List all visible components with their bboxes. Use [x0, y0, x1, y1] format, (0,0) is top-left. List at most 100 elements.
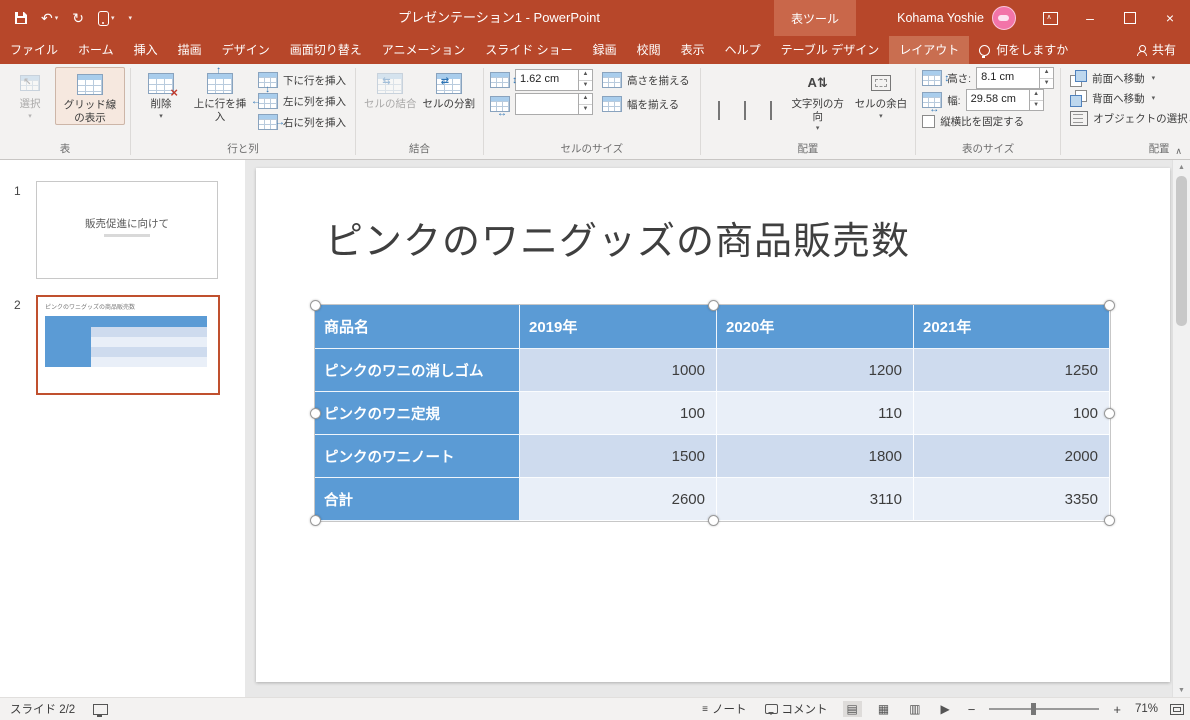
send-backward-button[interactable]: 背面へ移動▾: [1066, 88, 1190, 108]
zoom-in-button[interactable]: +: [1111, 702, 1123, 717]
tell-me-search[interactable]: 何をしますか: [969, 36, 1078, 64]
table-cell[interactable]: 100: [914, 392, 1110, 435]
insert-column-right-button[interactable]: →右に列を挿入: [254, 112, 350, 132]
insert-row-below-button[interactable]: ↓下に行を挿入: [254, 70, 350, 90]
spinner-arrows[interactable]: ▲▼: [1039, 68, 1053, 88]
table-cell[interactable]: 2000: [914, 435, 1110, 478]
table-resize-handle-middle-left[interactable]: [310, 408, 321, 419]
tab-animations[interactable]: アニメーション: [372, 36, 476, 64]
table-header-cell[interactable]: 商品名: [315, 305, 520, 349]
touch-mouse-mode-button[interactable]: ▾: [93, 8, 120, 29]
close-button[interactable]: ×: [1150, 0, 1190, 36]
scroll-down-arrow-icon[interactable]: ▼: [1173, 683, 1190, 698]
accessibility-icon[interactable]: [93, 704, 108, 715]
table-cell[interactable]: 3350: [914, 478, 1110, 521]
scroll-up-arrow-icon[interactable]: ▲: [1173, 160, 1190, 175]
undo-button[interactable]: ↶▾: [36, 8, 63, 28]
table-header-cell[interactable]: 2020年: [717, 305, 914, 349]
normal-view-button[interactable]: ▤: [843, 701, 862, 717]
slide-1-thumbnail[interactable]: 販売促進に向けて: [36, 181, 218, 279]
comments-button[interactable]: コメント: [762, 701, 831, 717]
slide-2-thumbnail[interactable]: ピンクのワニグッズの商品販売数: [36, 295, 220, 395]
tab-help[interactable]: ヘルプ: [715, 36, 771, 64]
user-avatar[interactable]: [992, 6, 1016, 30]
vertical-scrollbar[interactable]: ▲ ▼: [1172, 160, 1190, 698]
lock-aspect-ratio-checkbox[interactable]: 縦横比を固定する: [922, 111, 1054, 131]
text-direction-button[interactable]: A⇅ 文字列の方向 ▾: [784, 67, 852, 132]
scrollbar-thumb[interactable]: [1176, 176, 1187, 326]
zoom-out-button[interactable]: −: [966, 702, 978, 717]
notes-button[interactable]: ≡ノート: [699, 701, 749, 717]
tab-table-design[interactable]: テーブル デザイン: [771, 36, 890, 64]
table-cell[interactable]: 3110: [717, 478, 914, 521]
table-header-cell[interactable]: 2021年: [914, 305, 1110, 349]
zoom-percent[interactable]: 71%: [1135, 703, 1158, 715]
table-cell[interactable]: 1000: [520, 349, 717, 392]
tab-home[interactable]: ホーム: [68, 36, 124, 64]
customize-qat-button[interactable]: ▾: [124, 11, 138, 25]
tab-design[interactable]: デザイン: [212, 36, 280, 64]
save-button[interactable]: [10, 9, 32, 27]
user-name[interactable]: Kohama Yoshie: [897, 11, 984, 25]
spinner-arrows[interactable]: ▲▼: [1029, 90, 1043, 110]
table-row-header[interactable]: ピンクのワニノート: [315, 435, 520, 478]
delete-button[interactable]: × 削除 ▾: [136, 67, 186, 120]
view-gridlines-button[interactable]: グリッド線の表示: [55, 67, 125, 125]
bring-forward-button[interactable]: 前面へ移動▾: [1066, 68, 1190, 88]
tab-layout[interactable]: レイアウト: [889, 36, 969, 64]
align-middle-button[interactable]: [744, 102, 746, 120]
table-cell[interactable]: 1200: [717, 349, 914, 392]
align-bottom-button[interactable]: [770, 102, 772, 120]
tab-review[interactable]: 校閲: [627, 36, 671, 64]
table-resize-handle-bottom-center[interactable]: [708, 515, 719, 526]
maximize-button[interactable]: [1110, 0, 1150, 36]
tab-view[interactable]: 表示: [671, 36, 715, 64]
insert-row-above-button[interactable]: ↑ 上に行を挿入: [186, 67, 254, 123]
distribute-columns-button[interactable]: 幅を揃える: [598, 94, 683, 114]
table-width-input[interactable]: 29.58 cm▲▼: [966, 89, 1044, 111]
tab-transitions[interactable]: 画面切り替え: [280, 36, 372, 64]
table-cell[interactable]: 1250: [914, 349, 1110, 392]
tab-slideshow[interactable]: スライド ショー: [475, 36, 582, 64]
slideshow-view-button[interactable]: ▶: [937, 701, 954, 717]
column-width-input[interactable]: ▲▼: [515, 93, 593, 115]
split-cells-button[interactable]: ⇄ セルの分割: [420, 67, 479, 111]
slide[interactable]: ピンクのワニグッズの商品販売数 商品名 2019年 2020年 2021年 ピン…: [256, 168, 1170, 682]
table-height-input[interactable]: 8.1 cm▲▼: [976, 67, 1054, 89]
row-height-input[interactable]: 1.62 cm▲▼: [515, 69, 593, 91]
table-resize-handle-top-left[interactable]: [310, 300, 321, 311]
table-cell[interactable]: 100: [520, 392, 717, 435]
tab-file[interactable]: ファイル: [0, 36, 68, 64]
table-row-header[interactable]: ピンクのワニの消しゴム: [315, 349, 520, 392]
minimize-button[interactable]: –: [1070, 0, 1110, 36]
table-resize-handle-bottom-right[interactable]: [1104, 515, 1115, 526]
tab-record[interactable]: 録画: [583, 36, 627, 64]
selection-pane-button[interactable]: オブジェクトの選択と表示: [1066, 108, 1190, 128]
slide-title-text[interactable]: ピンクのワニグッズの商品販売数: [325, 210, 910, 265]
spinner-arrows[interactable]: ▲▼: [578, 94, 592, 114]
share-button[interactable]: 共有: [1123, 36, 1190, 64]
tab-insert[interactable]: 挿入: [124, 36, 168, 64]
table-header-cell[interactable]: 2019年: [520, 305, 717, 349]
table-cell[interactable]: 1500: [520, 435, 717, 478]
spinner-arrows[interactable]: ▲▼: [578, 70, 592, 90]
collapse-ribbon-button[interactable]: ∧: [1175, 146, 1182, 157]
table-cell[interactable]: 2600: [520, 478, 717, 521]
cell-margins-button[interactable]: セルの余白 ▾: [852, 67, 911, 120]
zoom-slider[interactable]: [989, 708, 1099, 710]
table-cell[interactable]: 110: [717, 392, 914, 435]
table-row-header[interactable]: 合計: [315, 478, 520, 521]
select-button[interactable]: ↖ 選択 ▾: [5, 67, 55, 120]
table-resize-handle-top-right[interactable]: [1104, 300, 1115, 311]
table-cell[interactable]: 1800: [717, 435, 914, 478]
table-resize-handle-top-center[interactable]: [708, 300, 719, 311]
redo-button[interactable]: ↻: [67, 8, 89, 28]
table-resize-handle-bottom-left[interactable]: [310, 515, 321, 526]
reading-view-button[interactable]: ▥: [905, 701, 924, 717]
merge-cells-button[interactable]: ⇆ セルの結合: [361, 67, 420, 111]
tab-draw[interactable]: 描画: [168, 36, 212, 64]
distribute-rows-button[interactable]: 高さを揃える: [598, 70, 694, 90]
table-row-header[interactable]: ピンクのワニ定規: [315, 392, 520, 435]
insert-column-left-button[interactable]: ←左に列を挿入: [254, 91, 350, 111]
fit-slide-to-window-button[interactable]: [1170, 704, 1184, 715]
